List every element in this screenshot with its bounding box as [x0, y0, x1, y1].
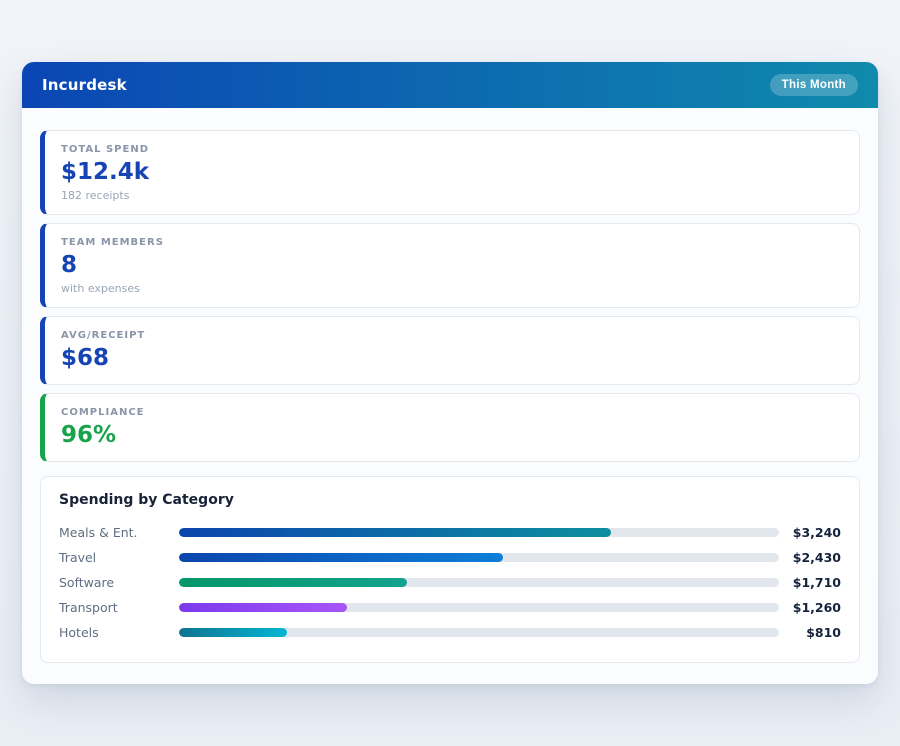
stat-card-team-members: TEAM MEMBERS 8 with expenses [40, 223, 860, 308]
spend-row-travel: Travel $2,430 [59, 545, 841, 570]
category-value: $810 [779, 625, 841, 640]
category-label: Software [59, 575, 179, 590]
bar-fill [179, 528, 611, 537]
spend-row-meals: Meals & Ent. $3,240 [59, 520, 841, 545]
stat-label: COMPLIANCE [61, 407, 843, 418]
category-value: $3,240 [779, 525, 841, 540]
spend-row-software: Software $1,710 [59, 570, 841, 595]
stat-subtitle: with expenses [61, 282, 843, 295]
bar-fill [179, 603, 347, 612]
bar-track [179, 603, 779, 612]
bar-fill [179, 628, 287, 637]
app-panel: Incurdesk This Month TOTAL SPEND $12.4k … [22, 62, 878, 684]
stat-value: $12.4k [61, 158, 843, 186]
period-badge[interactable]: This Month [770, 74, 858, 96]
category-label: Meals & Ent. [59, 525, 179, 540]
bar-track [179, 528, 779, 537]
bar-fill [179, 553, 503, 562]
spend-row-transport: Transport $1,260 [59, 595, 841, 620]
bar-track [179, 553, 779, 562]
spend-row-hotels: Hotels $810 [59, 620, 841, 645]
stat-label: AVG/RECEIPT [61, 330, 843, 341]
stat-card-total-spend: TOTAL SPEND $12.4k 182 receipts [40, 130, 860, 215]
stat-value: $68 [61, 344, 843, 372]
category-label: Hotels [59, 625, 179, 640]
app-body: TOTAL SPEND $12.4k 182 receipts TEAM MEM… [22, 108, 878, 685]
category-value: $2,430 [779, 550, 841, 565]
spending-by-category-card: Spending by Category Meals & Ent. $3,240… [40, 476, 860, 663]
category-label: Travel [59, 550, 179, 565]
category-value: $1,260 [779, 600, 841, 615]
app-title: Incurdesk [42, 76, 127, 94]
stat-value: 96% [61, 421, 843, 449]
stat-subtitle: 182 receipts [61, 189, 843, 202]
stat-card-avg-receipt: AVG/RECEIPT $68 [40, 316, 860, 385]
bar-fill [179, 578, 407, 587]
stat-label: TEAM MEMBERS [61, 237, 843, 248]
bar-track [179, 628, 779, 637]
stat-value: 8 [61, 251, 843, 279]
stat-label: TOTAL SPEND [61, 144, 843, 155]
spending-card-title: Spending by Category [59, 492, 841, 508]
app-header: Incurdesk This Month [22, 62, 878, 108]
category-label: Transport [59, 600, 179, 615]
bar-track [179, 578, 779, 587]
category-value: $1,710 [779, 575, 841, 590]
stat-card-compliance: COMPLIANCE 96% [40, 393, 860, 462]
